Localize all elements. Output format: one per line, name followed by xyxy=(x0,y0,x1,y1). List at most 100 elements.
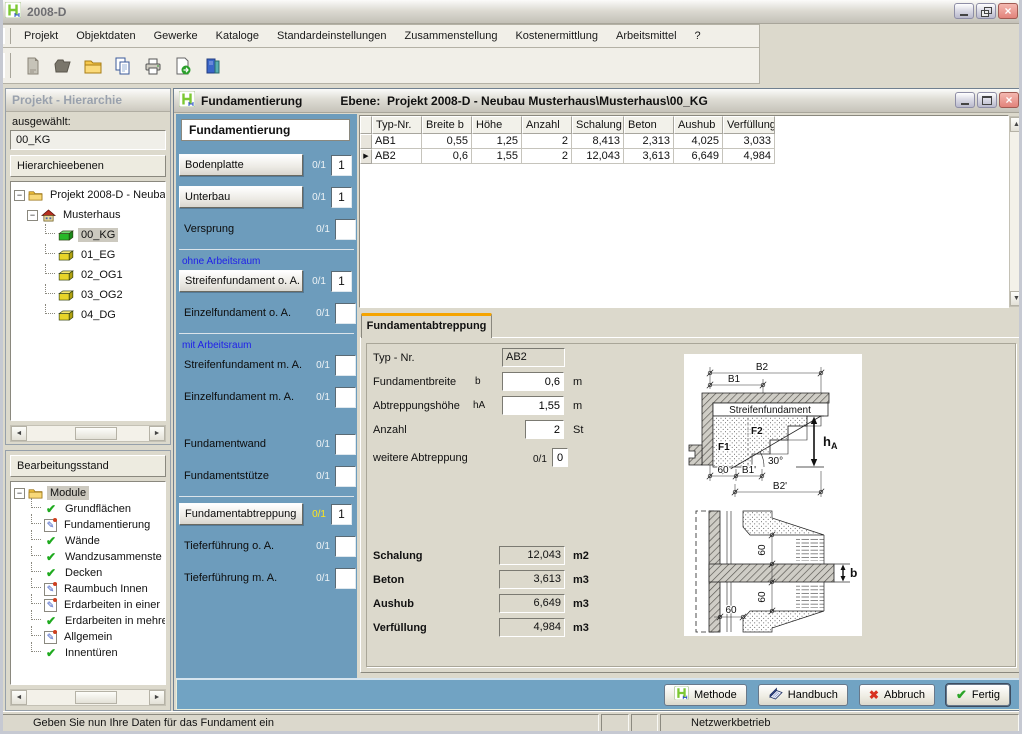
nav-item-button[interactable]: Fundamentwand xyxy=(179,438,310,450)
menu-item[interactable]: Objektdaten xyxy=(67,28,144,44)
scroll-up-icon[interactable]: ▲ xyxy=(1010,117,1022,132)
menu-item[interactable]: Projekt xyxy=(15,28,67,44)
scroll-left-icon[interactable]: ◄ xyxy=(11,690,27,705)
module-label[interactable]: Innentüren xyxy=(62,646,121,660)
tree-item-label[interactable]: 03_OG2 xyxy=(78,288,126,302)
scroll-thumb[interactable] xyxy=(75,427,117,440)
table-vscrollbar[interactable]: ▲ ▼ xyxy=(1009,116,1022,307)
nav-value-box[interactable]: 1 xyxy=(331,271,352,292)
nav-item-button[interactable]: Unterbau xyxy=(179,186,303,208)
tree-row[interactable]: 02_OG1 xyxy=(11,265,165,285)
copy-icon[interactable] xyxy=(111,54,135,78)
module-label[interactable]: Wandzusammenste xyxy=(62,550,165,564)
scroll-right-icon[interactable]: ► xyxy=(149,426,165,441)
col-header[interactable]: Beton xyxy=(624,116,674,134)
hierarchy-hscrollbar[interactable]: ◄ ► xyxy=(10,425,166,442)
col-header[interactable]: Schalung xyxy=(572,116,624,134)
open-project-icon[interactable] xyxy=(51,54,75,78)
print-icon[interactable] xyxy=(141,54,165,78)
tree-item-label[interactable]: 00_KG xyxy=(78,228,118,242)
tree-row[interactable]: 00_KG xyxy=(11,225,165,245)
menu-item[interactable]: Arbeitsmittel xyxy=(607,28,686,44)
col-header[interactable]: Breite b xyxy=(422,116,472,134)
hierarchy-levels-header[interactable]: Hierarchieebenen xyxy=(10,155,166,177)
nav-item-button[interactable]: Fundamentabtreppung xyxy=(179,503,303,525)
nav-item-button[interactable]: Fundamentstütze xyxy=(179,470,310,482)
nav-value-box[interactable] xyxy=(335,387,356,408)
nav-value-box[interactable]: 1 xyxy=(331,155,352,176)
row-selector[interactable] xyxy=(360,149,372,164)
handbuch-button[interactable]: Handbuch xyxy=(758,684,848,706)
nav-value-box[interactable] xyxy=(335,434,356,455)
menu-item[interactable]: Kostenermittlung xyxy=(506,28,607,44)
nav-item-button[interactable]: Streifenfundament o. A. xyxy=(179,270,303,292)
tree-item-label[interactable]: 04_DG xyxy=(78,308,119,322)
nav-value-box[interactable] xyxy=(335,466,356,487)
tree-item-label[interactable]: 02_OG1 xyxy=(78,268,126,282)
scroll-down-icon[interactable]: ▼ xyxy=(1010,291,1022,306)
height-input[interactable] xyxy=(502,396,564,415)
menu-item[interactable]: Standardeinstellungen xyxy=(268,28,395,44)
tab-fundamentabtreppung[interactable]: Fundamentabtreppung xyxy=(361,313,492,338)
nav-value-box[interactable] xyxy=(335,303,356,324)
fertig-button[interactable]: ✔ Fertig xyxy=(946,684,1010,706)
export-document-icon[interactable] xyxy=(171,54,195,78)
menu-item[interactable]: Zusammenstellung xyxy=(396,28,507,44)
module-label[interactable]: Wände xyxy=(62,534,103,548)
menu-item[interactable]: Kataloge xyxy=(207,28,268,44)
expand-toggle[interactable] xyxy=(27,210,38,221)
col-header[interactable]: Typ-Nr. xyxy=(372,116,422,134)
nav-item-button[interactable]: Versprung xyxy=(179,223,310,235)
minimize-icon[interactable] xyxy=(954,3,974,19)
nav-item-button[interactable]: Streifenfundament m. A. xyxy=(179,359,310,371)
tree-row[interactable]: 04_DG xyxy=(11,305,165,325)
tree-row[interactable]: Musterhaus xyxy=(11,205,165,225)
module-label[interactable]: Erdarbeiten in mehre xyxy=(62,614,166,628)
module-label[interactable]: Grundflächen xyxy=(62,502,134,516)
module-label[interactable]: Raumbuch Innen xyxy=(61,582,151,596)
col-header[interactable]: Höhe hA xyxy=(472,116,522,134)
close-icon[interactable] xyxy=(998,3,1018,19)
tree-item-label[interactable]: 01_EG xyxy=(78,248,118,262)
module-label[interactable]: Decken xyxy=(62,566,105,580)
tree-row[interactable]: 03_OG2 xyxy=(11,285,165,305)
nav-item-button[interactable]: Bodenplatte xyxy=(179,154,303,176)
new-document-icon[interactable] xyxy=(21,54,45,78)
menu-item[interactable]: Gewerke xyxy=(145,28,207,44)
nav-value-box[interactable] xyxy=(335,219,356,240)
nav-item-button[interactable]: Einzelfundament m. A. xyxy=(179,391,310,403)
col-header[interactable]: Anzahl xyxy=(522,116,572,134)
expand-toggle[interactable] xyxy=(14,488,25,499)
expand-toggle[interactable] xyxy=(14,190,25,201)
restore-icon[interactable] xyxy=(976,3,996,19)
nav-value-box[interactable] xyxy=(335,536,356,557)
scroll-right-icon[interactable]: ► xyxy=(149,690,165,705)
module-label[interactable]: Fundamentierung xyxy=(61,518,153,532)
row-selector[interactable] xyxy=(360,134,372,149)
module-label[interactable]: Allgemein xyxy=(61,630,115,644)
abbruch-button[interactable]: ✖ Abbruch xyxy=(859,684,935,706)
scroll-thumb[interactable] xyxy=(75,691,117,704)
col-header[interactable]: Aushub xyxy=(674,116,723,134)
col-header[interactable]: Verfüllung xyxy=(723,116,775,134)
module-label[interactable]: Erdarbeiten in einer xyxy=(61,598,163,612)
tree-row[interactable]: Projekt 2008-D - Neubau xyxy=(11,185,165,205)
nav-value-box[interactable]: 1 xyxy=(331,504,352,525)
nav-value-box[interactable] xyxy=(335,568,356,589)
tree-item-label[interactable]: Projekt 2008-D - Neubau xyxy=(47,188,166,202)
module-root-label[interactable]: Module xyxy=(47,486,89,500)
methode-button[interactable]: Methode xyxy=(664,684,747,706)
progress-hscrollbar[interactable]: ◄ ► xyxy=(10,689,166,706)
more-steps-input[interactable] xyxy=(552,448,568,467)
menu-item[interactable]: ? xyxy=(686,28,710,44)
exit-door-icon[interactable] xyxy=(201,54,225,78)
count-input[interactable] xyxy=(525,420,564,439)
table-row[interactable]: AB1 0,55 1,25 2 8,413 2,313 4,025 3,033 xyxy=(360,134,1008,149)
table-row[interactable]: AB2 0,6 1,55 2 12,043 3,613 6,649 4,984 xyxy=(360,149,1008,164)
scroll-left-icon[interactable]: ◄ xyxy=(11,426,27,441)
minimize-icon[interactable] xyxy=(955,92,975,108)
nav-value-box[interactable]: 1 xyxy=(331,187,352,208)
nav-value-box[interactable] xyxy=(335,355,356,376)
tree-row[interactable]: 01_EG xyxy=(11,245,165,265)
nav-item-button[interactable]: Tieferführung m. A. xyxy=(179,572,310,584)
